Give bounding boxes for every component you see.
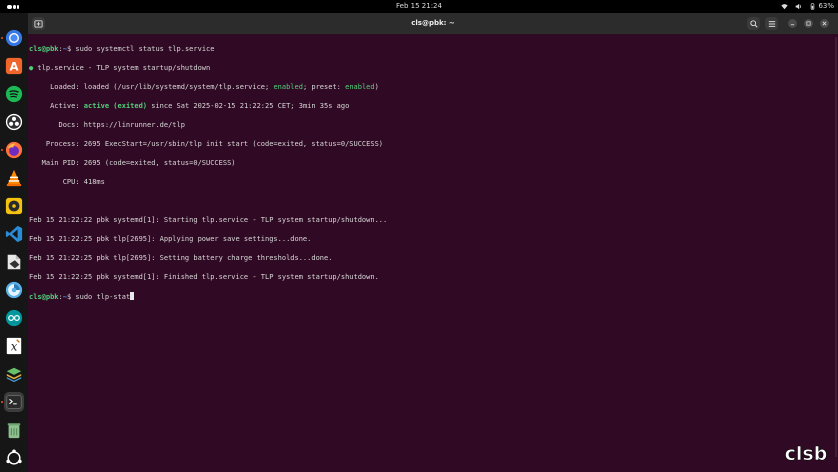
running-indicator xyxy=(1,401,3,403)
running-indicator xyxy=(1,149,3,151)
system-tray[interactable]: 63% xyxy=(781,2,834,10)
unit-description: tlp.service - TLP system startup/shutdow… xyxy=(33,63,211,72)
prompt-user-host: cls@pbk xyxy=(29,292,59,301)
enabled-status: enabled xyxy=(273,82,303,91)
maximize-button[interactable] xyxy=(804,19,813,28)
layers-icon[interactable] xyxy=(4,364,24,384)
window-title: cls@pbk: ~ xyxy=(411,19,455,27)
terminal-icon[interactable] xyxy=(4,392,24,412)
log-line: Feb 15 21:22:25 pbk systemd[1]: Finished… xyxy=(29,272,379,281)
process-line: Process: 2695 ExecStart=/usr/sbin/tlp in… xyxy=(29,139,384,148)
command-text: sudo systemctl status tlp.service xyxy=(75,44,215,53)
terminal-window[interactable]: cls@pbk: ~ cls@pbk:~$ sudo systemctl sta… xyxy=(28,13,838,472)
xournal-icon[interactable]: x xyxy=(4,336,24,356)
trash-icon[interactable] xyxy=(4,420,24,440)
preset-label: ; preset: xyxy=(302,82,346,91)
log-line: Feb 15 21:22:25 pbk tlp[2695]: Applying … xyxy=(29,234,312,243)
prompt-line: cls@pbk:~$ sudo systemctl status tlp.ser… xyxy=(29,45,829,55)
vscode-icon[interactable] xyxy=(4,224,24,244)
svg-text:x: x xyxy=(11,340,18,354)
prompt-line: cls@pbk:~$ sudo tlp-stat xyxy=(29,291,829,302)
log-line: Feb 15 21:22:22 pbk systemd[1]: Starting… xyxy=(29,215,388,224)
active-state: active (exited) xyxy=(83,101,148,110)
vlc-icon[interactable] xyxy=(4,168,24,188)
maximize-icon xyxy=(806,21,811,26)
battery-indicator[interactable]: 63% xyxy=(809,2,834,10)
active-label: Active: xyxy=(29,101,84,110)
battery-percent: 63% xyxy=(818,2,834,10)
software-center-icon[interactable]: A xyxy=(4,56,24,76)
hamburger-icon xyxy=(768,20,775,27)
scrollbar[interactable] xyxy=(835,37,837,457)
top-bar: Feb 15 21:24 63% xyxy=(0,0,838,13)
volume-icon[interactable] xyxy=(795,3,802,10)
wifi-icon[interactable] xyxy=(781,3,789,10)
clock[interactable]: Feb 15 21:24 xyxy=(0,2,838,10)
channel-watermark: clsb xyxy=(784,443,828,464)
close-icon xyxy=(822,21,827,26)
show-apps-icon[interactable] xyxy=(4,448,24,468)
search-icon xyxy=(749,19,758,28)
main-pid-line: Main PID: 2695 (code=exited, status=0/SU… xyxy=(29,158,236,167)
minimize-icon xyxy=(790,24,795,26)
command-input[interactable]: sudo tlp-stat xyxy=(75,293,130,301)
svg-text:A: A xyxy=(9,60,18,74)
running-indicator xyxy=(1,37,3,39)
log-line: Feb 15 21:22:25 pbk tlp[2695]: Setting b… xyxy=(29,253,333,262)
firefox-icon[interactable] xyxy=(4,140,24,160)
title-bar[interactable]: cls@pbk: ~ xyxy=(28,13,838,34)
cpu-line: CPU: 418ms xyxy=(29,177,105,186)
active-since: since Sat 2025-02-15 21:22:25 CET; 3min … xyxy=(147,101,350,110)
chromium-icon[interactable] xyxy=(4,28,24,48)
loaded-text: Loaded: loaded (/usr/lib/systemd/system/… xyxy=(29,82,274,91)
close-button[interactable] xyxy=(820,19,829,28)
menu-button[interactable] xyxy=(765,17,778,30)
watermark-text: clsb xyxy=(785,443,828,464)
terminal-output[interactable]: cls@pbk:~$ sudo systemctl status tlp.ser… xyxy=(29,35,829,465)
minimize-button[interactable] xyxy=(788,19,797,28)
search-button[interactable] xyxy=(747,17,760,30)
libreoffice-icon[interactable] xyxy=(4,252,24,272)
loaded-close: ) xyxy=(374,82,379,91)
arduino-icon[interactable] xyxy=(4,308,24,328)
preset-status: enabled xyxy=(345,82,375,91)
text-cursor xyxy=(130,291,135,300)
rhythmbox-icon[interactable] xyxy=(4,196,24,216)
spotify-icon[interactable] xyxy=(4,84,24,104)
disk-usage-icon[interactable] xyxy=(4,280,24,300)
obs-studio-icon[interactable] xyxy=(4,112,24,132)
prompt-user-host: cls@pbk xyxy=(29,44,59,53)
docs-line: Docs: https://linrunner.de/tlp xyxy=(29,120,185,129)
unit-line: ● tlp.service - TLP system startup/shutd… xyxy=(29,64,829,74)
active-line: Active: active (exited) since Sat 2025-0… xyxy=(29,102,829,112)
battery-icon xyxy=(811,2,815,10)
dock: A x xyxy=(0,13,28,472)
loaded-line: Loaded: loaded (/usr/lib/systemd/system/… xyxy=(29,83,829,93)
